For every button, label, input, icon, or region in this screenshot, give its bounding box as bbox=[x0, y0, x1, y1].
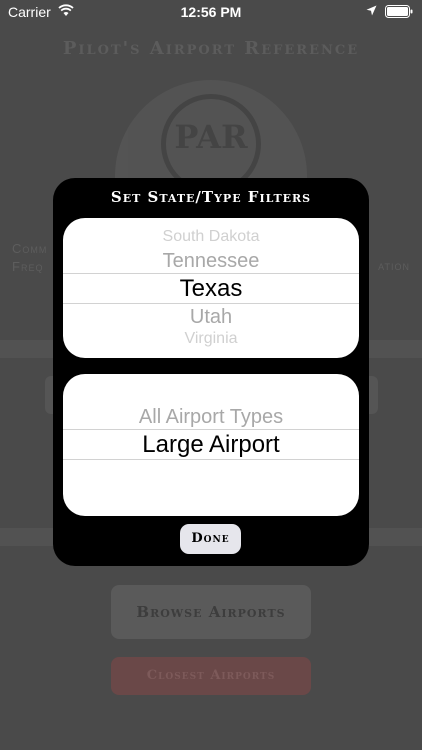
status-bar: Carrier 12:56 PM bbox=[0, 0, 422, 24]
state-option[interactable]: Utah bbox=[63, 306, 359, 329]
background-right-label: ation bbox=[378, 258, 410, 273]
state-option[interactable]: Tennessee bbox=[63, 250, 359, 273]
airport-type-picker[interactable]: All Airport Types Large Airport bbox=[63, 374, 359, 516]
filter-modal: Set State/Type Filters South Dakota Tenn… bbox=[53, 178, 369, 566]
background-left-label-line-2: Freq bbox=[12, 259, 44, 274]
state-option[interactable]: South Dakota bbox=[63, 228, 359, 246]
closest-airports-button: Closest Airports bbox=[111, 657, 311, 695]
browse-airports-button: Browse Airports bbox=[111, 585, 311, 639]
app-title: Pilot's Airport Reference bbox=[62, 38, 360, 59]
picker-selection-line bbox=[63, 303, 359, 304]
battery-icon bbox=[385, 5, 413, 18]
modal-title: Set State/Type Filters bbox=[110, 188, 312, 206]
state-option[interactable]: Virginia bbox=[63, 330, 359, 348]
background-left-label: Comm Freq bbox=[12, 240, 47, 276]
clock: 12:56 PM bbox=[180, 4, 242, 20]
logo-letters: PAR bbox=[174, 118, 248, 156]
picker-selection-line bbox=[63, 459, 359, 460]
state-option-selected[interactable]: Texas bbox=[63, 275, 359, 303]
location-arrow-icon bbox=[366, 5, 377, 16]
done-button[interactable]: Done bbox=[180, 524, 241, 554]
picker-selection-line bbox=[63, 429, 359, 430]
type-option-selected[interactable]: Large Airport bbox=[63, 431, 359, 459]
type-option[interactable]: All Airport Types bbox=[63, 406, 359, 429]
state-picker[interactable]: South Dakota Tennessee Texas Utah Virgin… bbox=[63, 218, 359, 358]
picker-selection-line bbox=[63, 273, 359, 274]
background-left-label-line-1: Comm bbox=[12, 241, 48, 256]
